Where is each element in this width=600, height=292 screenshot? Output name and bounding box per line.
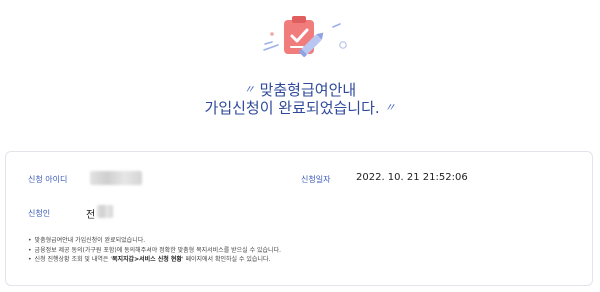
completion-hero: 〃 맞춤형급여안내 가입신청이 완료되었습니다. 〃 [0,0,600,150]
checklist-pencil-icon [263,16,347,58]
notice-list: 맞춤형급여안내 가입신청이 완료되었습니다. 금융정보 제공 동의(가구원 포함… [28,236,281,265]
applicant-label: 신청인 [28,209,51,218]
applicant-name-redacted [97,205,113,218]
completion-title-line1: 〃 맞춤형급여안내 [0,80,600,100]
application-info-card: 신청 아이디 신청일자 2022. 10. 21 21:52:06 신청인 전 … [5,151,593,286]
applicant-name-value: 전 [86,210,96,221]
quote-close-mark: 〃 [384,101,396,114]
completion-title-line2: 가입신청이 완료되었습니다. 〃 [0,98,600,118]
quote-open-mark: 〃 [243,83,255,96]
application-date-label: 신청일자 [301,175,331,184]
notice-item: 맞춤형급여안내 가입신청이 완료되었습니다. [28,236,281,246]
notice-item: 신청 진행상황 조회 및 내역은 '복지지갑>서비스 신청 현황' 페이지에서 … [28,255,281,265]
applicant-id-label: 신청 아이디 [28,175,68,184]
application-date-value: 2022. 10. 21 21:52:06 [356,172,468,183]
completion-message: 가입신청이 완료되었습니다. [204,99,380,117]
wallet-service-status-path: 복지지갑>서비스 신청 현황 [111,256,182,263]
notice-item: 금융정보 제공 동의(가구원 포함)에 동의해주셔야 정확한 맞춤형 복지서비스… [28,246,281,256]
program-name: 맞춤형급여안내 [259,81,357,99]
applicant-id-value-redacted [90,171,142,185]
